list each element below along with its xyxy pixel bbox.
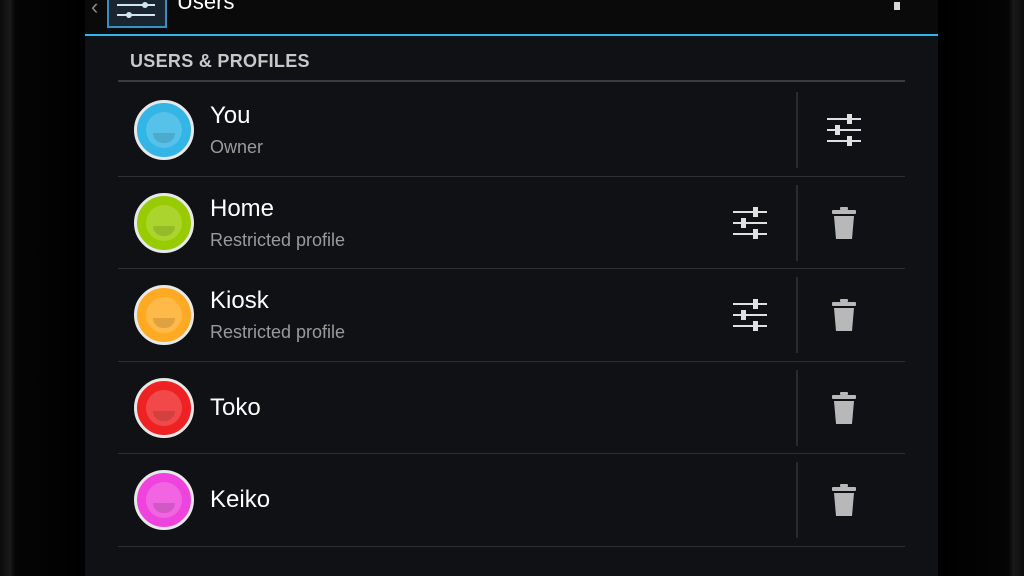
user-name: Keiko [210,486,271,513]
page-title: Users [177,0,235,14]
row-divider [796,462,798,538]
trash-icon[interactable] [824,480,864,520]
user-row[interactable]: Home Restricted profile [118,177,905,269]
user-name: Toko [210,393,261,421]
user-row[interactable]: Toko [118,362,905,454]
user-avatar [134,192,194,253]
user-avatar [134,470,194,530]
trash-icon[interactable] [824,388,864,428]
up-caret-icon[interactable]: ‹ [91,0,98,18]
trash-icon[interactable] [824,295,864,335]
user-subtitle: Restricted profile [210,229,346,250]
row-divider [796,92,798,168]
user-subtitle: Owner [210,137,264,157]
user-row[interactable]: You Owner [118,84,905,177]
users-app-icon[interactable] [107,0,167,28]
overflow-menu-icon[interactable] [894,2,900,10]
user-name: Home [210,194,275,222]
sliders-icon[interactable] [730,295,770,335]
row-divider [796,277,798,353]
section-header: USERS & PROFILES [118,48,905,82]
user-avatar [134,377,194,438]
device-bezel-right [938,0,1024,576]
action-bar: ‹ Users [85,0,938,36]
user-avatar [134,100,194,160]
row-divider [796,184,798,261]
device-bezel-left [0,0,85,576]
user-row[interactable]: Keiko [118,454,905,547]
user-list: You Owner Home Restricted profile Kiosk … [118,84,905,547]
user-subtitle: Restricted profile [210,322,346,342]
user-avatar [134,285,194,345]
trash-icon[interactable] [824,203,864,243]
section-header-label: USERS & PROFILES [130,51,310,71]
sliders-icon[interactable] [730,203,770,243]
user-name: Kiosk [210,287,269,314]
user-row[interactable]: Kiosk Restricted profile [118,269,905,362]
row-divider [796,369,798,446]
user-name: You [210,102,251,129]
sliders-icon[interactable] [824,110,864,150]
screen: ‹ Users USERS & PROFILES You Owner Home … [85,0,938,576]
